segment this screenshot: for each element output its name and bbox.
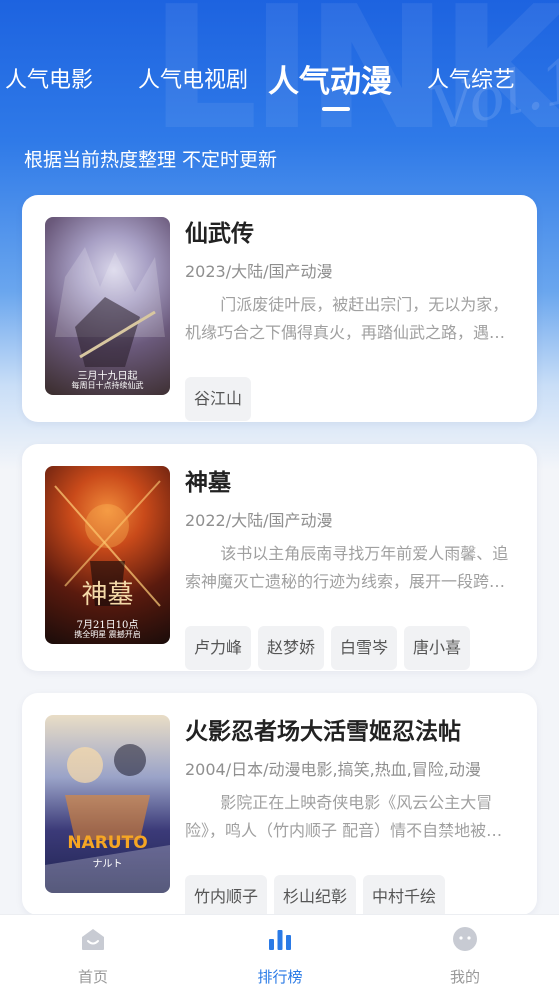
nav-home-label: 首页 bbox=[77, 968, 108, 986]
poster-logo: NARUTO bbox=[67, 833, 148, 853]
ranking-card[interactable]: NARUTO ナルト 火影忍者场大活雪姬忍法帖 2004/日本/动漫电影,搞笑,… bbox=[22, 693, 537, 919]
item-title: 神墓 bbox=[185, 470, 231, 496]
profile-icon bbox=[453, 927, 477, 951]
page-subtitle: 根据当前热度整理 不定时更新 bbox=[24, 149, 278, 171]
ranking-icon bbox=[269, 930, 291, 950]
item-description: 门派废徒叶辰，被赶出宗门，无以为家，机缘巧合之下偶得真火，再踏仙武之路，遇见师傅… bbox=[185, 295, 509, 342]
tab-tv-series[interactable]: 人气电视剧 bbox=[138, 62, 248, 94]
item-description: 该书以主角辰南寻找万年前爱人雨馨、追索神魔灭亡遗秘的行迹为线索，展开一段跨越万古… bbox=[185, 544, 509, 591]
home-icon bbox=[82, 929, 104, 950]
nav-profile-label: 我的 bbox=[449, 968, 480, 986]
tab-anime[interactable]: 人气动漫 bbox=[268, 56, 392, 101]
item-meta: 2023/大陆/国产动漫 bbox=[185, 262, 333, 281]
item-meta: 2004/日本/动漫电影,搞笑,热血,冒险,动漫 bbox=[185, 760, 481, 779]
nav-home[interactable]: 首页 bbox=[43, 915, 143, 993]
tab-movies[interactable]: 人气电影 bbox=[5, 62, 93, 94]
category-tabs: 人气电影 人气电视剧 人气动漫 人气综艺 bbox=[0, 52, 559, 122]
tab-variety[interactable]: 人气综艺 bbox=[427, 62, 515, 94]
cast-tags: 谷江山 bbox=[185, 377, 258, 421]
poster-image: 三月十九日起 每周日十点持续仙武 bbox=[45, 217, 170, 395]
cast-tag: 杉山纪彰 bbox=[274, 875, 357, 919]
cast-tag: 谷江山 bbox=[185, 377, 252, 421]
cast-tag: 竹内顺子 bbox=[185, 875, 268, 919]
item-title: 火影忍者场大活雪姬忍法帖 bbox=[185, 719, 461, 745]
item-description: 影院正在上映奇侠电影《风云公主大冒险》，鸣人（竹内顺子 配音）情不自禁地被剧情吸… bbox=[185, 793, 503, 840]
poster-title: 神墓 bbox=[81, 580, 134, 610]
poster-image: NARUTO ナルト bbox=[45, 715, 170, 893]
cast-tag: 唐小喜 bbox=[404, 626, 471, 670]
nav-ranking-label: 排行榜 bbox=[257, 968, 303, 986]
item-meta: 2022/大陆/国产动漫 bbox=[185, 511, 333, 530]
active-tab-indicator bbox=[322, 107, 350, 111]
cast-tag: 赵梦娇 bbox=[258, 626, 325, 670]
ranking-card[interactable]: 神墓 7月21日10点 携全明星 震撼开启 神墓 2022/大陆/国产动漫 该书… bbox=[22, 444, 537, 671]
ranking-card[interactable]: 三月十九日起 每周日十点持续仙武 仙武传 2023/大陆/国产动漫 门派废徒叶辰… bbox=[22, 195, 537, 422]
cast-tag: 白雪岑 bbox=[331, 626, 398, 670]
bottom-navigation: 首页 排行榜 我的 bbox=[0, 914, 559, 993]
poster-caption: 携全明星 震撼开启 bbox=[74, 630, 141, 639]
cast-tag: 中村千绘 bbox=[363, 875, 446, 919]
item-title: 仙武传 bbox=[185, 221, 254, 247]
poster-image: 神墓 7月21日10点 携全明星 震撼开启 bbox=[45, 466, 170, 644]
nav-profile[interactable]: 我的 bbox=[415, 915, 515, 993]
cast-tag: 卢力峰 bbox=[185, 626, 252, 670]
poster-caption: 每周日十点持续仙武 bbox=[71, 381, 144, 390]
cast-tags: 竹内顺子 杉山纪彰 中村千绘 bbox=[185, 875, 452, 919]
nav-ranking[interactable]: 排行榜 bbox=[230, 915, 330, 993]
cast-tags: 卢力峰 赵梦娇 白雪岑 唐小喜 bbox=[185, 626, 477, 670]
poster-caption: ナルト bbox=[92, 859, 123, 870]
